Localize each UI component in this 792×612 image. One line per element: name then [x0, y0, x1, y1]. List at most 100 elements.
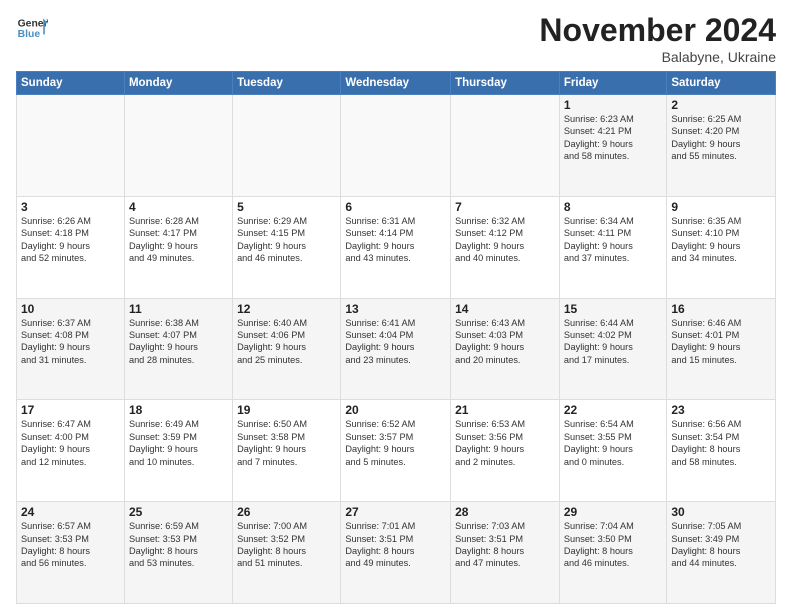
day-content: Sunrise: 6:43 AMSunset: 4:03 PMDaylight:… — [455, 317, 555, 367]
calendar: Sunday Monday Tuesday Wednesday Thursday… — [16, 71, 776, 604]
table-row: 14Sunrise: 6:43 AMSunset: 4:03 PMDayligh… — [451, 298, 560, 400]
table-row: 26Sunrise: 7:00 AMSunset: 3:52 PMDayligh… — [233, 502, 341, 604]
location: Balabyne, Ukraine — [539, 49, 776, 65]
table-row: 28Sunrise: 7:03 AMSunset: 3:51 PMDayligh… — [451, 502, 560, 604]
header-saturday: Saturday — [667, 72, 776, 95]
day-number: 28 — [455, 505, 555, 519]
day-number: 6 — [345, 200, 446, 214]
logo-icon: General Blue — [16, 12, 48, 44]
day-number: 14 — [455, 302, 555, 316]
day-number: 7 — [455, 200, 555, 214]
table-row: 2Sunrise: 6:25 AMSunset: 4:20 PMDaylight… — [667, 95, 776, 197]
day-content: Sunrise: 6:53 AMSunset: 3:56 PMDaylight:… — [455, 418, 555, 468]
table-row — [17, 95, 125, 197]
day-number: 20 — [345, 403, 446, 417]
table-row: 20Sunrise: 6:52 AMSunset: 3:57 PMDayligh… — [341, 400, 451, 502]
header-sunday: Sunday — [17, 72, 125, 95]
day-number: 16 — [671, 302, 771, 316]
table-row: 25Sunrise: 6:59 AMSunset: 3:53 PMDayligh… — [124, 502, 232, 604]
table-row — [451, 95, 560, 197]
table-row: 10Sunrise: 6:37 AMSunset: 4:08 PMDayligh… — [17, 298, 125, 400]
page-header: General Blue November 2024 Balabyne, Ukr… — [16, 12, 776, 65]
day-number: 3 — [21, 200, 120, 214]
day-number: 25 — [129, 505, 228, 519]
day-content: Sunrise: 6:44 AMSunset: 4:02 PMDaylight:… — [564, 317, 662, 367]
table-row: 15Sunrise: 6:44 AMSunset: 4:02 PMDayligh… — [559, 298, 666, 400]
table-row: 23Sunrise: 6:56 AMSunset: 3:54 PMDayligh… — [667, 400, 776, 502]
day-number: 17 — [21, 403, 120, 417]
day-content: Sunrise: 6:59 AMSunset: 3:53 PMDaylight:… — [129, 520, 228, 570]
table-row: 29Sunrise: 7:04 AMSunset: 3:50 PMDayligh… — [559, 502, 666, 604]
table-row: 9Sunrise: 6:35 AMSunset: 4:10 PMDaylight… — [667, 196, 776, 298]
day-number: 24 — [21, 505, 120, 519]
table-row: 6Sunrise: 6:31 AMSunset: 4:14 PMDaylight… — [341, 196, 451, 298]
header-monday: Monday — [124, 72, 232, 95]
table-row: 17Sunrise: 6:47 AMSunset: 4:00 PMDayligh… — [17, 400, 125, 502]
header-thursday: Thursday — [451, 72, 560, 95]
day-content: Sunrise: 6:54 AMSunset: 3:55 PMDaylight:… — [564, 418, 662, 468]
header-friday: Friday — [559, 72, 666, 95]
day-number: 30 — [671, 505, 771, 519]
day-number: 23 — [671, 403, 771, 417]
calendar-header: Sunday Monday Tuesday Wednesday Thursday… — [17, 72, 776, 95]
table-row: 13Sunrise: 6:41 AMSunset: 4:04 PMDayligh… — [341, 298, 451, 400]
table-row — [233, 95, 341, 197]
day-content: Sunrise: 6:40 AMSunset: 4:06 PMDaylight:… — [237, 317, 336, 367]
table-row: 24Sunrise: 6:57 AMSunset: 3:53 PMDayligh… — [17, 502, 125, 604]
day-number: 22 — [564, 403, 662, 417]
calendar-table: Sunday Monday Tuesday Wednesday Thursday… — [16, 71, 776, 604]
day-content: Sunrise: 6:35 AMSunset: 4:10 PMDaylight:… — [671, 215, 771, 265]
day-number: 15 — [564, 302, 662, 316]
day-content: Sunrise: 6:23 AMSunset: 4:21 PMDaylight:… — [564, 113, 662, 163]
table-row — [341, 95, 451, 197]
day-number: 11 — [129, 302, 228, 316]
table-row: 12Sunrise: 6:40 AMSunset: 4:06 PMDayligh… — [233, 298, 341, 400]
day-content: Sunrise: 6:28 AMSunset: 4:17 PMDaylight:… — [129, 215, 228, 265]
day-number: 5 — [237, 200, 336, 214]
day-content: Sunrise: 6:49 AMSunset: 3:59 PMDaylight:… — [129, 418, 228, 468]
title-block: November 2024 Balabyne, Ukraine — [539, 12, 776, 65]
day-number: 4 — [129, 200, 228, 214]
table-row — [124, 95, 232, 197]
day-content: Sunrise: 6:50 AMSunset: 3:58 PMDaylight:… — [237, 418, 336, 468]
day-number: 21 — [455, 403, 555, 417]
day-content: Sunrise: 6:37 AMSunset: 4:08 PMDaylight:… — [21, 317, 120, 367]
day-content: Sunrise: 6:25 AMSunset: 4:20 PMDaylight:… — [671, 113, 771, 163]
day-content: Sunrise: 6:46 AMSunset: 4:01 PMDaylight:… — [671, 317, 771, 367]
day-content: Sunrise: 6:41 AMSunset: 4:04 PMDaylight:… — [345, 317, 446, 367]
day-content: Sunrise: 6:47 AMSunset: 4:00 PMDaylight:… — [21, 418, 120, 468]
day-content: Sunrise: 6:29 AMSunset: 4:15 PMDaylight:… — [237, 215, 336, 265]
day-number: 1 — [564, 98, 662, 112]
svg-text:Blue: Blue — [18, 29, 41, 40]
day-content: Sunrise: 6:32 AMSunset: 4:12 PMDaylight:… — [455, 215, 555, 265]
day-number: 12 — [237, 302, 336, 316]
logo: General Blue — [16, 12, 48, 44]
day-number: 18 — [129, 403, 228, 417]
table-row: 11Sunrise: 6:38 AMSunset: 4:07 PMDayligh… — [124, 298, 232, 400]
table-row: 1Sunrise: 6:23 AMSunset: 4:21 PMDaylight… — [559, 95, 666, 197]
day-number: 2 — [671, 98, 771, 112]
day-content: Sunrise: 6:34 AMSunset: 4:11 PMDaylight:… — [564, 215, 662, 265]
day-content: Sunrise: 7:05 AMSunset: 3:49 PMDaylight:… — [671, 520, 771, 570]
table-row: 4Sunrise: 6:28 AMSunset: 4:17 PMDaylight… — [124, 196, 232, 298]
day-content: Sunrise: 6:31 AMSunset: 4:14 PMDaylight:… — [345, 215, 446, 265]
calendar-body: 1Sunrise: 6:23 AMSunset: 4:21 PMDaylight… — [17, 95, 776, 604]
day-content: Sunrise: 6:56 AMSunset: 3:54 PMDaylight:… — [671, 418, 771, 468]
table-row: 19Sunrise: 6:50 AMSunset: 3:58 PMDayligh… — [233, 400, 341, 502]
day-content: Sunrise: 6:26 AMSunset: 4:18 PMDaylight:… — [21, 215, 120, 265]
day-number: 9 — [671, 200, 771, 214]
table-row: 27Sunrise: 7:01 AMSunset: 3:51 PMDayligh… — [341, 502, 451, 604]
day-number: 29 — [564, 505, 662, 519]
table-row: 30Sunrise: 7:05 AMSunset: 3:49 PMDayligh… — [667, 502, 776, 604]
table-row: 8Sunrise: 6:34 AMSunset: 4:11 PMDaylight… — [559, 196, 666, 298]
header-tuesday: Tuesday — [233, 72, 341, 95]
day-number: 13 — [345, 302, 446, 316]
day-number: 27 — [345, 505, 446, 519]
day-content: Sunrise: 7:03 AMSunset: 3:51 PMDaylight:… — [455, 520, 555, 570]
month-title: November 2024 — [539, 12, 776, 49]
day-content: Sunrise: 7:01 AMSunset: 3:51 PMDaylight:… — [345, 520, 446, 570]
table-row: 3Sunrise: 6:26 AMSunset: 4:18 PMDaylight… — [17, 196, 125, 298]
day-content: Sunrise: 6:52 AMSunset: 3:57 PMDaylight:… — [345, 418, 446, 468]
day-number: 26 — [237, 505, 336, 519]
day-number: 8 — [564, 200, 662, 214]
